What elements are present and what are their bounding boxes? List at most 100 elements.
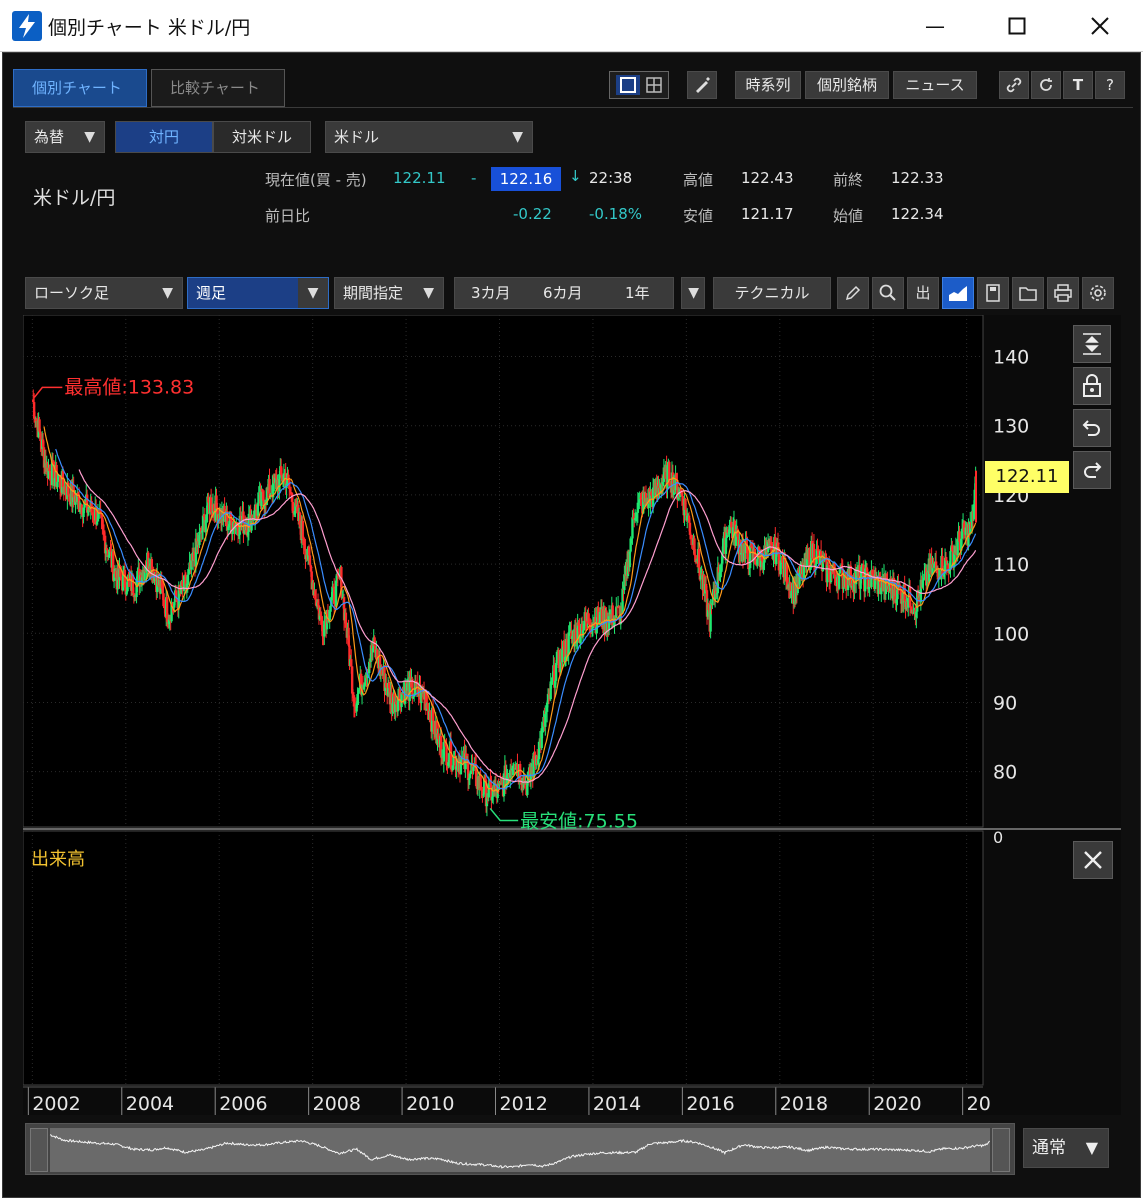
chevron-down-icon: ▼ xyxy=(688,285,699,301)
range-mode-select[interactable]: 期間指定 ▼ xyxy=(334,277,444,309)
candle-body xyxy=(350,659,353,667)
news-button[interactable]: ニュース xyxy=(893,71,977,99)
chevron-down-icon: ▼ xyxy=(162,285,173,301)
grid-layout-icon[interactable] xyxy=(644,75,664,95)
volume-axis-label: 0 xyxy=(993,828,1003,847)
open-label: 始値 xyxy=(833,207,864,225)
refresh-icon[interactable] xyxy=(1031,71,1061,99)
candle-body xyxy=(102,524,105,531)
single-layout-icon[interactable] xyxy=(616,75,640,95)
candle-body xyxy=(329,605,332,612)
candle-body xyxy=(373,637,376,647)
text-icon[interactable]: T xyxy=(1063,71,1093,99)
segment-jpy[interactable]: 対円 xyxy=(115,121,213,153)
x-tick-label: 2002 xyxy=(32,1093,80,1115)
chevron-down-icon: ▼ xyxy=(84,129,95,145)
category-select-value: 為替 xyxy=(34,128,65,146)
chevron-down-icon: ▼ xyxy=(298,278,328,308)
price-chart[interactable]: 2002 2004 2006 2008 2010 2012 2014 2016 2018 2020… xyxy=(23,315,1121,1115)
tab-divider xyxy=(13,107,1133,108)
low-value: 121.17 xyxy=(741,205,794,223)
time-series-button[interactable]: 時系列 xyxy=(735,71,801,99)
close-button[interactable] xyxy=(1077,8,1123,44)
candle-body xyxy=(95,521,99,525)
change-label: 前日比 xyxy=(265,207,311,225)
navigator-sparkline xyxy=(49,1128,990,1172)
current-price-tag: 122.11 xyxy=(985,461,1069,493)
link-icon[interactable] xyxy=(999,71,1029,99)
prev-close-value: 122.33 xyxy=(891,169,944,187)
gear-icon[interactable] xyxy=(1082,277,1114,309)
range-3m[interactable]: 3カ月 xyxy=(471,278,511,308)
help-icon[interactable]: ? xyxy=(1095,71,1125,99)
bid-price: 122.11 xyxy=(393,169,446,187)
folder-icon[interactable] xyxy=(1012,277,1044,309)
current-price-label: 現在値(買 - 売) xyxy=(265,171,367,189)
fit-vertical-icon[interactable] xyxy=(1073,325,1111,363)
x-tick-label: 2008 xyxy=(313,1093,361,1115)
chevron-down-icon: ▼ xyxy=(512,129,523,145)
navigator-mode-select[interactable]: 通常 ▼ xyxy=(1023,1128,1109,1168)
undo-icon[interactable] xyxy=(1073,409,1111,447)
chevron-down-icon: ▼ xyxy=(1085,1138,1098,1157)
range-6m[interactable]: 6カ月 xyxy=(543,278,583,308)
x-tick-label: 2012 xyxy=(499,1093,547,1115)
candle-body xyxy=(628,551,631,568)
volume-panel-title: 出来高 xyxy=(31,849,85,870)
pen-icon[interactable] xyxy=(687,71,717,99)
lock-icon[interactable] xyxy=(1073,367,1111,405)
range-buttons: 3カ月 6カ月 1年 xyxy=(454,277,674,309)
max-label: 最高値:133.83 xyxy=(64,376,194,398)
candle-body xyxy=(256,503,260,516)
candle-body xyxy=(487,783,490,798)
print-icon[interactable] xyxy=(1047,277,1079,309)
pair-name: 米ドル/円 xyxy=(33,187,116,209)
save-icon[interactable] xyxy=(977,277,1009,309)
output-button[interactable]: 出 xyxy=(907,277,939,309)
candle-body xyxy=(204,520,207,533)
x-tick-label: 2016 xyxy=(686,1093,734,1115)
range-dropdown[interactable]: ▼ xyxy=(681,277,705,309)
zoom-icon[interactable] xyxy=(872,277,904,309)
layout-toggle[interactable] xyxy=(609,71,669,99)
category-select[interactable]: 為替 ▼ xyxy=(25,121,105,153)
down-arrow-icon: ↓ xyxy=(569,167,582,185)
title-bar: 個別チャート 米ドル/円 — xyxy=(0,0,1143,52)
range-navigator[interactable] xyxy=(25,1123,1015,1175)
x-tick-label: 20 xyxy=(967,1093,991,1115)
technical-button[interactable]: テクニカル xyxy=(713,277,831,309)
candle-body xyxy=(684,498,687,510)
minimize-button[interactable]: — xyxy=(912,8,958,44)
currency-select[interactable]: 米ドル ▼ xyxy=(325,121,533,153)
candle-body xyxy=(334,580,338,607)
volume-plot-area xyxy=(23,830,984,1086)
ask-price: 122.16 xyxy=(491,167,561,191)
x-tick-label: 2018 xyxy=(780,1093,828,1115)
area-chart-icon[interactable] xyxy=(942,277,974,309)
chart-type-value: ローソク足 xyxy=(34,284,110,302)
y-tick-label: 140 xyxy=(993,347,1029,369)
candle-body xyxy=(231,531,234,535)
range-1y[interactable]: 1年 xyxy=(625,278,650,308)
chart-type-select[interactable]: ローソク足 ▼ xyxy=(25,277,183,309)
segment-usd[interactable]: 対米ドル xyxy=(213,121,311,153)
candle-body xyxy=(554,663,558,681)
individual-stock-button[interactable]: 個別銘柄 xyxy=(805,71,889,99)
period-select[interactable]: 週足 ▼ xyxy=(187,277,329,309)
draw-pencil-icon[interactable] xyxy=(837,277,869,309)
redo-icon[interactable] xyxy=(1073,451,1111,489)
x-tick-label: 2006 xyxy=(219,1093,267,1115)
close-volume-panel-icon[interactable] xyxy=(1073,841,1113,879)
chart-window: 個別チャート 比較チャート 時系列 個別銘柄 ニュース T ? 為替 ▼ 対円 … xyxy=(2,52,1141,1198)
high-label: 高値 xyxy=(683,171,714,189)
tab-individual-chart[interactable]: 個別チャート xyxy=(13,69,147,107)
x-tick-label: 2014 xyxy=(593,1093,641,1115)
tab-compare-chart[interactable]: 比較チャート xyxy=(151,69,285,107)
maximize-button[interactable] xyxy=(994,8,1040,44)
low-label: 安値 xyxy=(683,207,714,225)
high-value: 122.43 xyxy=(741,169,794,187)
price-separator: - xyxy=(471,169,477,187)
prev-close-label: 前終 xyxy=(833,171,864,189)
quote-time: 22:38 xyxy=(589,169,633,187)
open-value: 122.34 xyxy=(891,205,944,223)
